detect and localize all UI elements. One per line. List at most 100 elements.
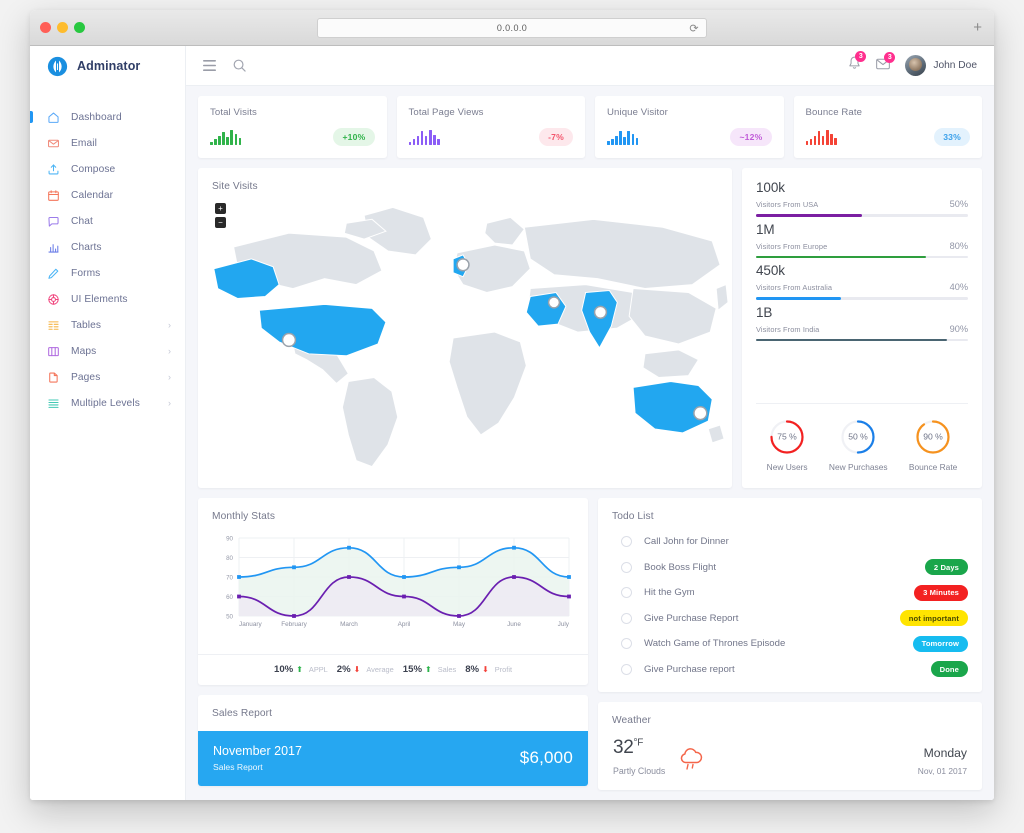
reload-icon[interactable]: ⟳ xyxy=(689,22,699,35)
stat-card-label: Unique Visitor xyxy=(607,107,668,118)
todo-checkbox[interactable] xyxy=(621,612,632,624)
palette-icon xyxy=(48,293,59,305)
sparkline-chart xyxy=(210,130,242,145)
world-map[interactable] xyxy=(198,192,732,482)
visitor-count: 1M xyxy=(756,221,775,237)
todo-list: Call John for Dinner Book Boss Flight 2 Da… xyxy=(598,522,982,682)
chart-stat-appl: 10% ⬆ APPL xyxy=(274,664,328,675)
sidebar-item-calendar[interactable]: Calendar xyxy=(30,182,185,208)
pages-icon xyxy=(49,372,58,383)
maximize-window-button[interactable] xyxy=(74,22,85,33)
home-icon xyxy=(48,112,59,123)
todo-item[interactable]: Call John for Dinner xyxy=(612,529,968,555)
todo-checkbox[interactable] xyxy=(621,638,632,650)
sidebar-item-charts[interactable]: Charts xyxy=(30,234,185,260)
svg-text:January: January xyxy=(239,621,263,628)
sidebar-item-label: UI Elements xyxy=(71,293,128,305)
stat-card-label: Bounce Rate xyxy=(805,107,863,118)
visitor-progress-track xyxy=(756,338,968,341)
visitor-percent: 90% xyxy=(949,323,968,334)
todo-title: Todo List xyxy=(612,511,654,522)
monthly-stats-line-chart[interactable]: 50 60 70 80 90 January February March April May Ju… xyxy=(212,532,574,640)
todo-checkbox[interactable] xyxy=(621,587,632,599)
map-marker-india xyxy=(593,305,608,319)
map-zoom-controls[interactable]: + − xyxy=(215,203,226,228)
sidebar-item-pages[interactable]: Pages › xyxy=(30,364,185,390)
chevron-right-icon: › xyxy=(168,320,171,330)
todo-tag: Tomorrow xyxy=(912,635,968,652)
brand-name: Adminator xyxy=(77,59,141,73)
todo-item[interactable]: Give Purchase Report not important xyxy=(612,606,968,632)
stat-card-bounce-rate: Bounce Rate 33% xyxy=(793,96,982,158)
sidebar-item-ui-elements[interactable]: UI Elements xyxy=(30,286,185,312)
todo-checkbox[interactable] xyxy=(621,561,632,573)
window-controls[interactable] xyxy=(40,22,85,33)
minimize-window-button[interactable] xyxy=(57,22,68,33)
user-menu[interactable]: John Doe xyxy=(905,55,977,76)
table-icon xyxy=(48,320,59,330)
svg-text:90: 90 xyxy=(226,536,233,543)
visitor-stat-row: 100k Visitors From USA 50% xyxy=(756,180,968,222)
todo-item[interactable]: Give Purchase report Done xyxy=(612,657,968,683)
svg-text:50: 50 xyxy=(226,614,233,621)
weather-card: Weather 32°F Partly Clouds Monday Nov, 0… xyxy=(598,702,982,790)
desktop-background: 0.0.0.0 ⟳ + Adminator Dashboard Email Comp… xyxy=(0,0,1024,833)
visitor-progress-fill xyxy=(756,214,862,217)
sidebar-item-maps[interactable]: Maps › xyxy=(30,338,185,364)
sidebar-item-tables[interactable]: Tables › xyxy=(30,312,185,338)
map-zoom-out-button[interactable]: − xyxy=(215,217,226,228)
visitor-count: 100k xyxy=(756,180,785,195)
todo-tag: not important xyxy=(899,610,968,627)
messages-button[interactable]: 3 xyxy=(876,51,896,75)
todo-item[interactable]: Book Boss Flight 2 Days xyxy=(612,555,968,581)
topbar: 3 3 John Doe xyxy=(186,46,994,86)
sidebar-item-dashboard[interactable]: Dashboard xyxy=(30,104,185,130)
todo-checkbox[interactable] xyxy=(621,536,632,548)
svg-text:March: March xyxy=(340,621,358,628)
map-and-visitors-row: Site Visits + − 100k Visitors From USA 5… xyxy=(198,168,982,488)
todo-checkbox[interactable] xyxy=(621,663,632,675)
sidebar-item-label: Dashboard xyxy=(71,111,122,123)
notifications-button[interactable]: 3 xyxy=(848,51,867,75)
svg-text:May: May xyxy=(453,621,466,628)
weather-title: Weather xyxy=(612,715,652,726)
url-bar[interactable]: 0.0.0.0 ⟳ xyxy=(317,17,707,38)
sidebar-item-forms[interactable]: Forms xyxy=(30,260,185,286)
search-icon[interactable] xyxy=(233,59,246,72)
gauge-ring: 90 % xyxy=(916,420,950,454)
visitor-stat-row: 450k Visitors From Australia 40% xyxy=(756,263,968,305)
gauge-ring: 75 % xyxy=(770,420,804,454)
sidebar-item-chat[interactable]: Chat xyxy=(30,208,185,234)
chevron-right-icon: › xyxy=(168,372,171,382)
map-zoom-in-button[interactable]: + xyxy=(215,203,226,214)
chart-stat-profit: 8% ⬇ Profit xyxy=(465,664,512,675)
stat-card-label: Total Visits xyxy=(210,107,257,118)
close-window-button[interactable] xyxy=(40,22,51,33)
gauge-value: 75 % xyxy=(777,432,797,442)
sidebar-item-multiple-levels[interactable]: Multiple Levels › xyxy=(30,390,185,416)
hamburger-icon[interactable] xyxy=(203,60,216,71)
visitor-progress-fill xyxy=(756,255,926,258)
visitor-progress-track xyxy=(756,214,968,217)
sidebar: Adminator Dashboard Email Compose Calendar C… xyxy=(30,46,186,800)
sidebar-item-label: Compose xyxy=(71,163,116,175)
svg-text:June: June xyxy=(507,621,521,628)
visitors-list: 100k Visitors From USA 50% 1M Visitors From … xyxy=(756,180,968,346)
new-tab-button[interactable]: + xyxy=(973,20,982,35)
todo-card: Todo List Call John for Dinner Book Boss … xyxy=(598,498,982,692)
sidebar-item-compose[interactable]: Compose xyxy=(30,156,185,182)
weather-body: 32°F Partly Clouds Monday Nov, 01 2017 xyxy=(598,726,982,776)
brand[interactable]: Adminator xyxy=(30,46,185,86)
sales-report-subtitle: Sales Report xyxy=(213,762,263,772)
visitor-percent: 80% xyxy=(949,240,968,251)
map-icon xyxy=(48,346,59,356)
todo-item[interactable]: Hit the Gym 3 Minutes xyxy=(612,580,968,606)
sidebar-item-email[interactable]: Email xyxy=(30,130,185,156)
sidebar-nav: Dashboard Email Compose Calendar Chat Charts F… xyxy=(30,86,185,416)
visitor-percent: 50% xyxy=(949,199,968,209)
arrow-down-icon: ⬇ xyxy=(482,664,489,674)
sidebar-item-label: Pages xyxy=(71,371,101,383)
weather-temp-value: 32 xyxy=(613,737,634,758)
todo-text: Give Purchase Report xyxy=(644,612,739,624)
todo-item[interactable]: Watch Game of Thrones Episode Tomorrow xyxy=(612,631,968,657)
